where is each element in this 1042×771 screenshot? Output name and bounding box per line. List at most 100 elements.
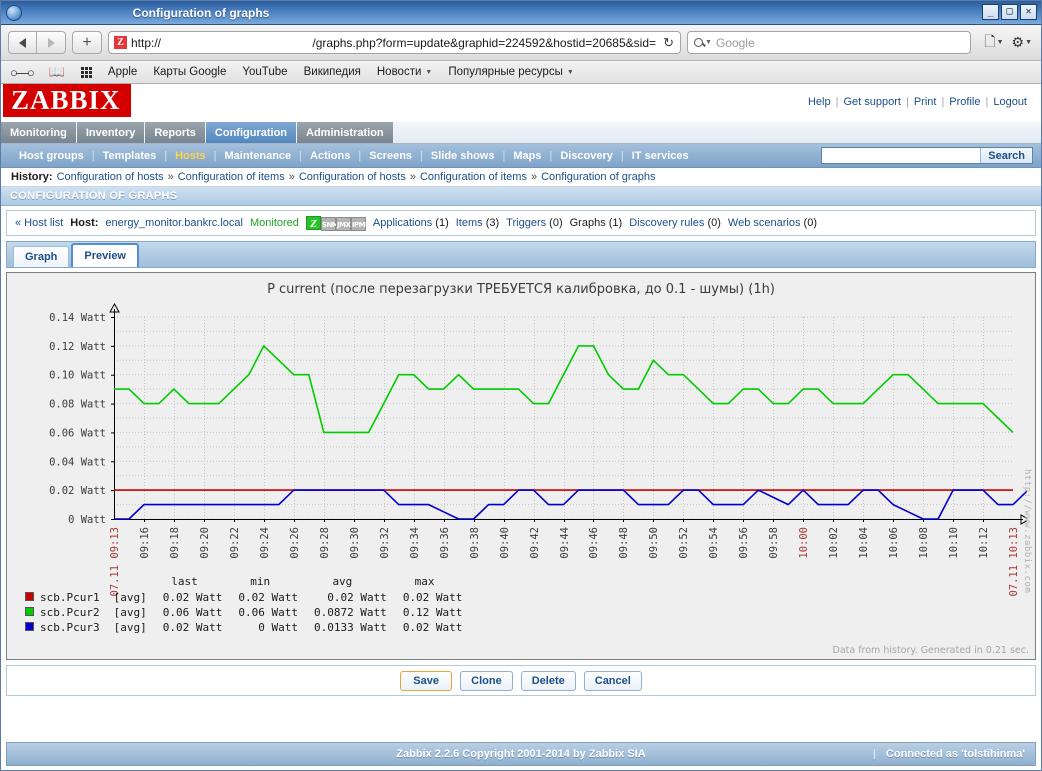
maximize-button[interactable]: □: [1001, 4, 1018, 20]
legend-spacer: [34, 575, 100, 590]
cancel-button[interactable]: Cancel: [583, 670, 642, 691]
legend-swatch-cell: [25, 590, 34, 605]
breadcrumb-item-2[interactable]: Configuration of items: [178, 171, 285, 183]
search-icon: [694, 38, 703, 47]
page-icon[interactable]: 🗋 ▼: [984, 31, 1003, 55]
zabbix-logo[interactable]: ZABBIX: [3, 84, 131, 117]
breadcrumb-separator: »: [530, 171, 538, 183]
legend-min-value: 0.06 Watt: [238, 606, 298, 619]
browser-search-field[interactable]: ▼ Google: [687, 31, 971, 54]
page-footer: Zabbix 2.2.6 Copyright 2001-2014 by Zabb…: [6, 742, 1036, 766]
breadcrumb-item-3[interactable]: Configuration of hosts: [299, 171, 406, 183]
connected-as: Connected as 'tolstihinma': [885, 748, 1025, 760]
profile-link[interactable]: Profile: [949, 96, 980, 108]
back-button[interactable]: [8, 31, 37, 54]
menu-item-inventory[interactable]: Inventory: [76, 122, 146, 143]
bookmark-google-maps[interactable]: Карты Google: [153, 66, 226, 78]
navigation-buttons: [8, 31, 66, 54]
svg-text:09:42: 09:42: [529, 527, 541, 559]
web-scenarios-link[interactable]: Web scenarios: [728, 217, 801, 229]
bookmark-apple[interactable]: Apple: [108, 66, 137, 78]
close-button[interactable]: ✕: [1020, 4, 1037, 20]
minimize-button[interactable]: _: [982, 4, 999, 20]
print-link[interactable]: Print: [914, 96, 937, 108]
svg-text:09:58: 09:58: [768, 527, 780, 559]
items-link[interactable]: Items: [456, 217, 483, 229]
book-icon[interactable]: 📖: [49, 64, 65, 80]
breadcrumb-item-1[interactable]: Configuration of hosts: [57, 171, 164, 183]
submenu-actions[interactable]: Actions: [302, 150, 358, 162]
legend-aggregation: [avg]: [113, 606, 147, 619]
discovery-rules-link[interactable]: Discovery rules: [629, 217, 704, 229]
generation-note: Data from history. Generated in 0.21 sec…: [832, 645, 1030, 656]
reload-icon[interactable]: ↻: [663, 35, 674, 51]
svg-text:0.14 Watt: 0.14 Watt: [49, 312, 106, 324]
logout-link[interactable]: Logout: [993, 96, 1027, 108]
menu-item-reports[interactable]: Reports: [145, 122, 206, 143]
breadcrumb-item-4[interactable]: Configuration of items: [420, 171, 527, 183]
legend-spacer: [25, 575, 34, 590]
legend-header-min: min: [250, 575, 271, 588]
submenu-host-groups[interactable]: Host groups: [11, 150, 92, 162]
menu-item-configuration[interactable]: Configuration: [205, 122, 298, 143]
url-path: /graphs.php?form=update&graphid=224592&h…: [312, 35, 656, 50]
legend-header-avg: avg: [332, 575, 353, 588]
main-menu: Monitoring Inventory Reports Configurati…: [1, 122, 1041, 144]
search-placeholder: Google: [715, 35, 755, 50]
legend-header-last: last: [171, 575, 198, 588]
get-support-link[interactable]: Get support: [843, 96, 900, 108]
bookmark-youtube[interactable]: YouTube: [242, 66, 287, 78]
breadcrumb-item-5[interactable]: Configuration of graphs: [541, 171, 655, 183]
zabbix-header: ZABBIX Help | Get support | Print | Profile | Lo…: [1, 84, 1041, 122]
tab-preview[interactable]: Preview: [71, 243, 139, 267]
window-title: Configuration of graphs: [1, 6, 1041, 20]
submenu-maps[interactable]: Maps: [505, 150, 549, 162]
address-bar[interactable]: Z http:// /graphs.php?form=update&graphi…: [108, 31, 681, 54]
zabbix-agent-icon: Z: [305, 215, 321, 230]
submenu-hosts[interactable]: Hosts: [167, 150, 214, 162]
divider: |: [941, 96, 945, 108]
help-link[interactable]: Help: [808, 96, 831, 108]
submenu-discovery[interactable]: Discovery: [552, 150, 621, 162]
svg-text:09:22: 09:22: [229, 527, 241, 559]
svg-text:0.10 Watt: 0.10 Watt: [49, 370, 106, 382]
menu-item-administration[interactable]: Administration: [297, 122, 394, 143]
svg-text:09:16: 09:16: [139, 527, 151, 559]
svg-text:09:54: 09:54: [708, 527, 720, 559]
form-tabs: Graph Preview: [6, 241, 1036, 268]
svg-text:09:34: 09:34: [409, 527, 421, 559]
save-button[interactable]: Save: [400, 670, 453, 691]
submenu-slide-shows[interactable]: Slide shows: [423, 150, 503, 162]
search-button[interactable]: Search: [980, 148, 1032, 163]
submenu-maintenance[interactable]: Maintenance: [217, 150, 300, 162]
triggers-link[interactable]: Triggers: [506, 217, 546, 229]
legend-min-value: 0.02 Watt: [238, 591, 298, 604]
applications-link[interactable]: Applications: [373, 217, 432, 229]
host-list-link[interactable]: « Host list: [15, 217, 63, 229]
menu-item-monitoring[interactable]: Monitoring: [1, 122, 77, 143]
legend-max-value: 0.12 Watt: [402, 606, 463, 619]
host-name-link[interactable]: energy_monitor.bankrc.local: [105, 217, 243, 229]
new-tab-button[interactable]: +: [72, 31, 102, 54]
submenu-templates[interactable]: Templates: [95, 150, 165, 162]
chart-y-tick-labels: 0.14 Watt 0.12 Watt 0.10 Watt 0.08 Watt 0.06…: [49, 312, 106, 526]
gear-icon[interactable]: ⚙ ▼: [1012, 34, 1033, 51]
tab-graph[interactable]: Graph: [13, 246, 70, 267]
chart-gridlines: [114, 316, 1013, 520]
delete-button[interactable]: Delete: [520, 670, 576, 691]
legend-series-name: scb.Pcur3: [40, 621, 100, 634]
chevron-down-icon: ▼: [425, 68, 433, 76]
bookmark-news[interactable]: Новости ▼: [377, 66, 432, 78]
reader-glasses-icon[interactable]: ○—○: [10, 65, 35, 80]
search-input[interactable]: [822, 148, 981, 163]
bookmark-wikipedia[interactable]: Википедия: [304, 66, 361, 78]
apps-grid-icon[interactable]: [80, 66, 92, 78]
bookmark-popular-resources[interactable]: Популярные ресурсы ▼: [448, 66, 573, 78]
bookmark-label: Популярные ресурсы: [448, 66, 563, 78]
submenu-screens[interactable]: Screens: [361, 150, 420, 162]
svg-text:09:38: 09:38: [469, 527, 481, 559]
forward-button[interactable]: [37, 31, 66, 54]
clone-button[interactable]: Clone: [460, 670, 513, 691]
submenu-it-services[interactable]: IT services: [624, 150, 697, 162]
svg-text:0.04 Watt: 0.04 Watt: [49, 456, 106, 468]
